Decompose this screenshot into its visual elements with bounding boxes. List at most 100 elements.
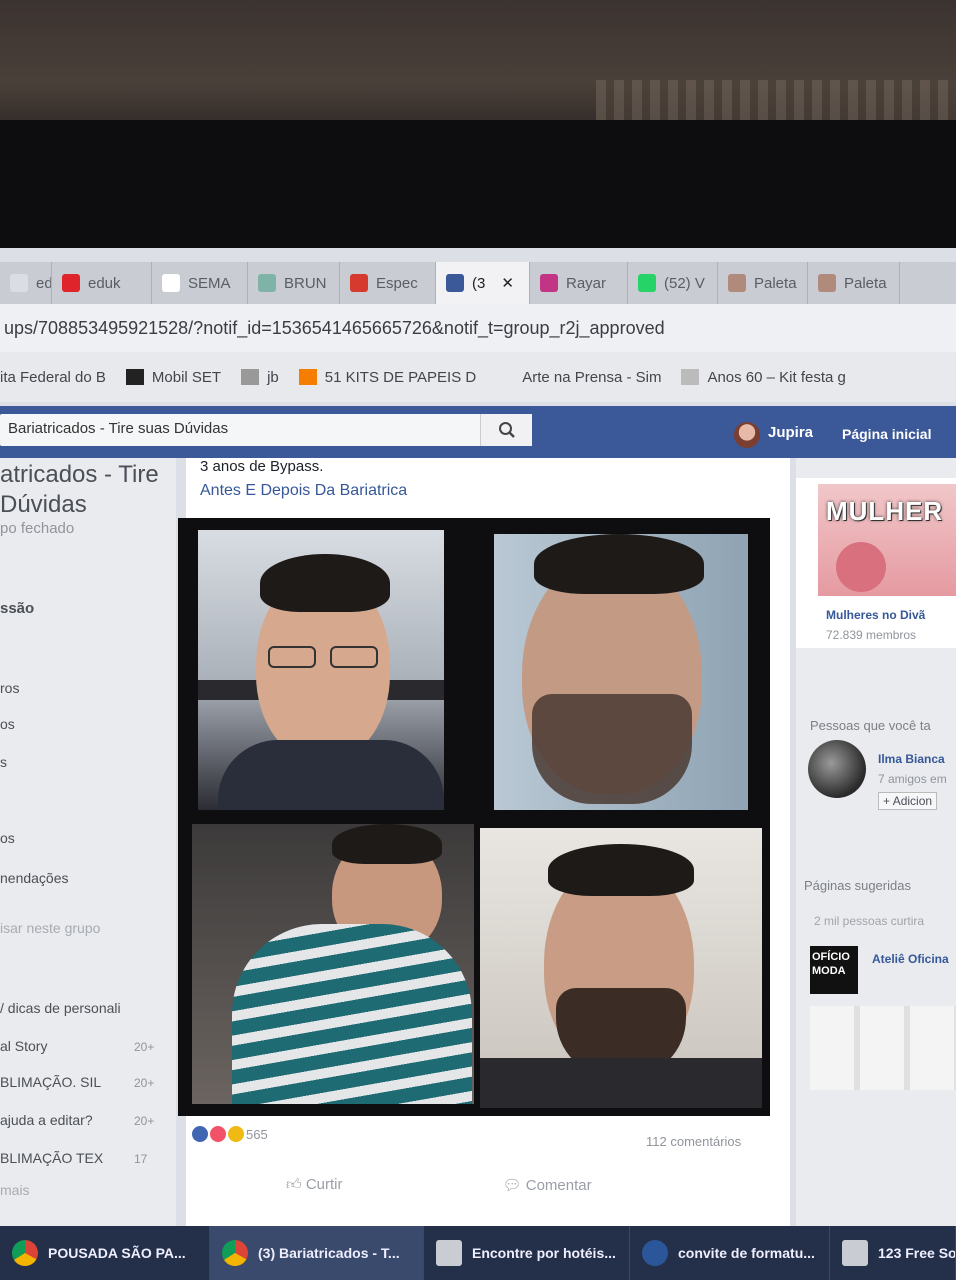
thumbs-up-icon: 👍︎ xyxy=(286,1176,306,1193)
monitor-screen: eduk eduk SEMA BRUN Espec (3 ✕ Rayar (52) V Palet… xyxy=(0,248,956,1280)
sidebar-item[interactable]: BLIMAÇÃO. SIL xyxy=(0,1074,101,1090)
post-text: 3 anos de Bypass. xyxy=(200,458,324,475)
bookmark-item[interactable]: Arte na Prensa - Sim xyxy=(496,369,661,386)
ad-group-name[interactable]: Mulheres no Divã xyxy=(826,608,925,622)
suggested-person-mutual: 7 amigos em xyxy=(878,772,947,786)
photo-before-1[interactable] xyxy=(198,530,444,810)
reactions-count: 565 xyxy=(246,1126,268,1142)
bookmark-label: jb xyxy=(267,368,279,386)
browser-tab[interactable]: (3 ✕ xyxy=(436,262,530,304)
sidebar-item[interactable]: s xyxy=(0,754,7,770)
taskbar-item-label: (3) Bariatricados - T... xyxy=(258,1245,400,1261)
ad-decoration xyxy=(836,542,886,592)
sidebar-item[interactable]: ssão xyxy=(0,600,34,617)
suggested-person-avatar[interactable] xyxy=(808,740,866,798)
sidebar-item[interactable]: nendações xyxy=(0,870,69,886)
bookmark-item[interactable]: ita Federal do B xyxy=(0,369,106,386)
photo-after-1[interactable] xyxy=(494,534,748,810)
bookmark-item[interactable]: Mobil SET xyxy=(125,368,222,386)
photo-after-2[interactable] xyxy=(480,828,762,1108)
sidebar-item[interactable]: BLIMAÇÃO TEX xyxy=(0,1150,103,1166)
comments-count[interactable]: 112 comentários xyxy=(646,1134,741,1149)
suggested-person-name[interactable]: Ilma Bianca xyxy=(878,752,945,766)
search-button[interactable] xyxy=(480,414,532,446)
group-title[interactable]: atricados - Tire Dúvidas xyxy=(0,460,170,520)
browser-tab[interactable]: Rayar xyxy=(530,262,628,304)
sidebar-item[interactable]: ajuda a editar? xyxy=(0,1112,93,1128)
taskbar-item[interactable]: 123 Free So xyxy=(830,1226,956,1280)
group-privacy: po fechado xyxy=(0,520,75,537)
clapper-icon xyxy=(125,369,144,385)
browser-tab[interactable]: (52) V xyxy=(628,262,718,304)
taskbar-item[interactable]: Encontre por hotéis... xyxy=(424,1226,630,1280)
user-avatar[interactable] xyxy=(734,422,760,448)
monitor-bezel xyxy=(0,120,956,260)
facebook-search-input[interactable]: Bariatricados - Tire suas Dúvidas xyxy=(0,414,532,446)
browser-tab-label: eduk xyxy=(36,274,52,292)
palette-icon xyxy=(728,274,746,292)
browser-tab-label: SEMA xyxy=(188,274,231,292)
wow-reaction-icon xyxy=(228,1126,244,1142)
suggested-page-name[interactable]: Ateliê Oficina xyxy=(872,952,949,966)
close-tab-icon[interactable]: ✕ xyxy=(501,274,514,292)
opera-o-icon xyxy=(350,274,368,292)
photo-before-2[interactable] xyxy=(192,824,474,1104)
browser-tab[interactable]: Paleta xyxy=(808,262,900,304)
love-reaction-icon xyxy=(210,1126,226,1142)
address-bar[interactable]: ups/708853495921528/?notif_id=1536541465… xyxy=(0,304,956,352)
ad-group-members: 72.839 membros xyxy=(826,628,917,642)
group-left-sidebar: atricados - Tire Dúvidas po fechado ssão… xyxy=(0,458,176,1280)
like-button[interactable]: 👍︎ Curtir xyxy=(286,1176,343,1194)
browser-tab-label: Espec xyxy=(376,274,418,292)
search-icon xyxy=(498,422,515,438)
sidebar-item[interactable]: mais xyxy=(0,1182,30,1198)
browser-tab[interactable]: BRUN xyxy=(248,262,340,304)
bookmark-item[interactable]: Anos 60 – Kit festa g xyxy=(681,369,846,386)
right-sidebar: MULHER Mulheres no Divã 72.839 membros P… xyxy=(796,458,956,1280)
post-photo-collage[interactable] xyxy=(178,518,770,1116)
person-beard xyxy=(532,694,692,804)
facebook-icon xyxy=(446,274,464,292)
browser-tab[interactable]: Espec xyxy=(340,262,436,304)
taskbar-item[interactable]: convite de formatu... xyxy=(630,1226,830,1280)
home-link[interactable]: Página inicial xyxy=(842,426,931,442)
person-hair xyxy=(534,534,704,594)
sidebar-item[interactable]: os xyxy=(0,716,15,732)
chrome-icon xyxy=(12,1240,38,1266)
sidebar-item[interactable]: isar neste grupo xyxy=(0,920,100,936)
post-text-link[interactable]: Antes E Depois Da Bariatrica xyxy=(200,482,407,500)
post-reactions[interactable]: 565 xyxy=(192,1126,268,1142)
comment-button[interactable]: 💬︎ Comentar xyxy=(503,1176,592,1194)
sidebar-item-count: 20+ xyxy=(134,1040,155,1054)
sidebar-item[interactable]: al Story xyxy=(0,1038,47,1054)
taskbar-item-label: 123 Free So xyxy=(878,1245,956,1261)
browser-tab[interactable]: eduk xyxy=(0,262,52,304)
glasses-right xyxy=(330,646,378,668)
browser-tab-label: eduk xyxy=(88,274,121,292)
taskbar-item[interactable]: (3) Bariatricados - T... xyxy=(210,1226,424,1280)
sidebar-item[interactable]: ros xyxy=(0,680,19,696)
taskbar-item[interactable]: POUSADA SÃO PA... xyxy=(0,1226,210,1280)
profile-link[interactable]: Jupira xyxy=(768,424,813,441)
palette-icon xyxy=(818,274,836,292)
browser-tab-label: Paleta xyxy=(754,274,797,292)
leaf-icon xyxy=(258,274,276,292)
add-friend-button[interactable]: + Adicion xyxy=(878,792,938,810)
page-logo[interactable]: OFÍCIO MODA xyxy=(810,946,858,994)
suggested-page-thumbnails[interactable] xyxy=(810,1006,956,1090)
browser-tab[interactable]: SEMA xyxy=(152,262,248,304)
bookmark-label: Mobil SET xyxy=(151,368,222,386)
add-friend-label: Adicion xyxy=(892,794,933,808)
browser-tab[interactable]: Paleta xyxy=(718,262,808,304)
bookmark-item[interactable]: jb xyxy=(241,369,279,386)
sidebar-item-count: 20+ xyxy=(134,1076,155,1090)
sidebar-item[interactable]: / dicas de personali xyxy=(0,1000,121,1016)
browser-tab-label: Rayar xyxy=(566,274,607,292)
ad-image[interactable]: MULHER xyxy=(818,484,956,596)
bookmark-item[interactable]: 51 KITS DE PAPEIS D xyxy=(298,369,476,386)
browser-tab-label: BRUN xyxy=(284,274,327,292)
browser-tab[interactable]: eduk xyxy=(52,262,152,304)
sidebar-item[interactable]: os xyxy=(0,830,15,846)
browser-tab-label: Paleta xyxy=(844,274,887,292)
people-you-may-know-heading: Pessoas que você ta xyxy=(810,718,931,733)
